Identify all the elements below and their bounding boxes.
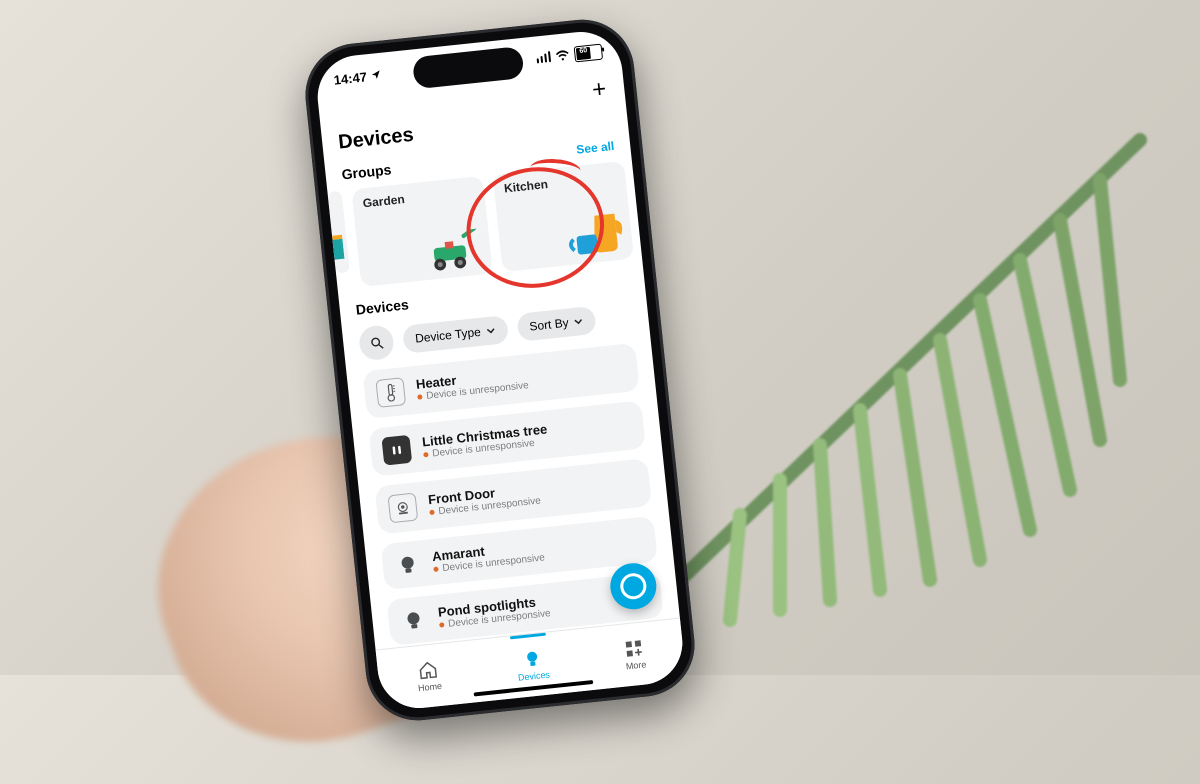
battery-icon: 60 — [574, 44, 604, 63]
add-button[interactable]: + — [591, 77, 607, 102]
alexa-ring-icon — [619, 572, 648, 601]
tab-devices[interactable]: Devices — [515, 648, 550, 683]
group-card-peek[interactable] — [327, 191, 349, 274]
phone-frame: 14:47 60 + Devices Groups See all — [300, 15, 699, 726]
status-time: 14:47 — [333, 67, 382, 87]
pitcher-mug-icon — [563, 207, 630, 261]
group-card-kitchen[interactable]: Kitchen — [493, 161, 635, 272]
camera-icon — [387, 493, 418, 524]
phone-screen: 14:47 60 + Devices Groups See all — [314, 28, 687, 712]
chevron-down-icon — [573, 316, 584, 327]
group-label: Garden — [362, 192, 405, 210]
home-icon — [417, 659, 439, 681]
search-icon — [368, 335, 384, 351]
group-label: Kitchen — [503, 177, 548, 196]
filter-device-type[interactable]: Device Type — [402, 315, 509, 354]
chevron-down-icon — [485, 325, 496, 336]
plug-icon — [381, 435, 412, 466]
search-button[interactable] — [358, 324, 395, 361]
location-icon — [370, 68, 382, 80]
lawnmower-icon — [416, 228, 488, 277]
group-card-garden[interactable]: Garden — [351, 176, 493, 287]
grid-plus-icon — [623, 637, 645, 659]
cell-signal-icon — [534, 50, 551, 67]
bulb-icon — [399, 606, 428, 635]
group-card-peek[interactable]: Little — [634, 154, 643, 257]
bulb-icon — [394, 550, 423, 579]
thermometer-icon — [375, 377, 406, 408]
wifi-icon — [555, 48, 570, 63]
tab-home[interactable]: Home — [415, 659, 442, 693]
filter-sort-by[interactable]: Sort By — [516, 306, 597, 342]
bulb-icon — [521, 648, 543, 670]
tab-more[interactable]: More — [623, 637, 647, 671]
